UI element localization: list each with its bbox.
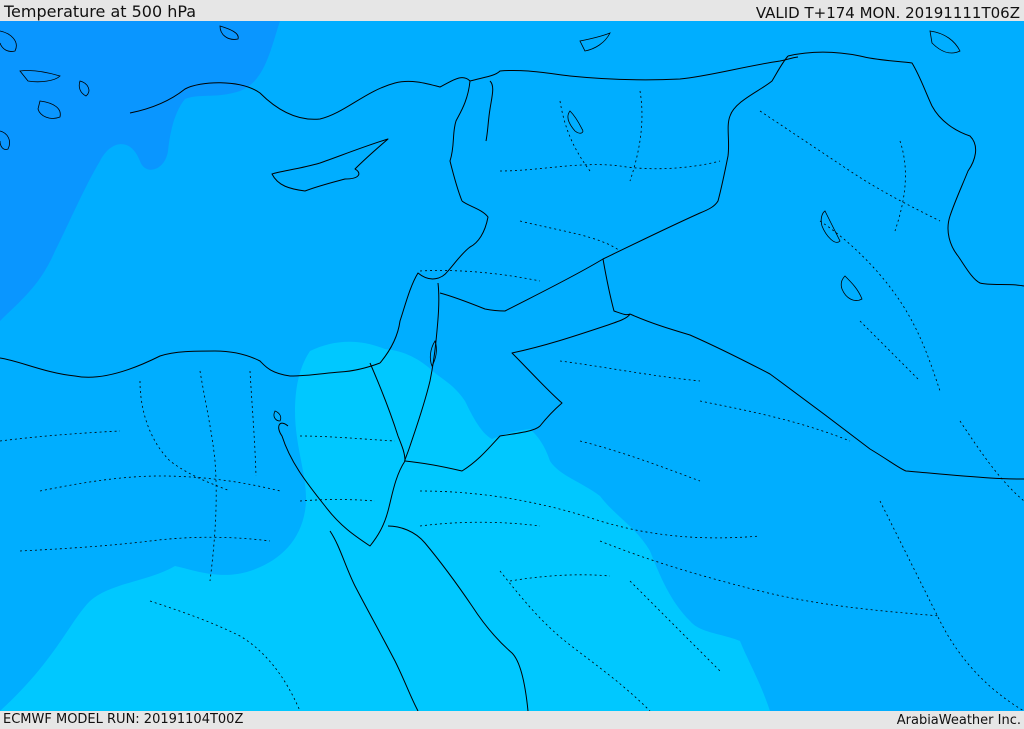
valid-time: VALID T+174 MON. 20191111T06Z <box>755 4 1020 22</box>
map-title: Temperature at 500 hPa <box>4 2 197 21</box>
map-figure: Temperature at 500 hPa VALID T+174 MON. … <box>0 0 1024 729</box>
model-run: ECMWF MODEL RUN: 20191104T00Z <box>3 712 244 727</box>
footer-bar: ECMWF MODEL RUN: 20191104T00Z ArabiaWeat… <box>0 711 1024 729</box>
header-bar: Temperature at 500 hPa VALID T+174 MON. … <box>0 0 1024 21</box>
credit-text: ArabiaWeather Inc. <box>896 713 1021 728</box>
map-panel <box>0 21 1024 711</box>
